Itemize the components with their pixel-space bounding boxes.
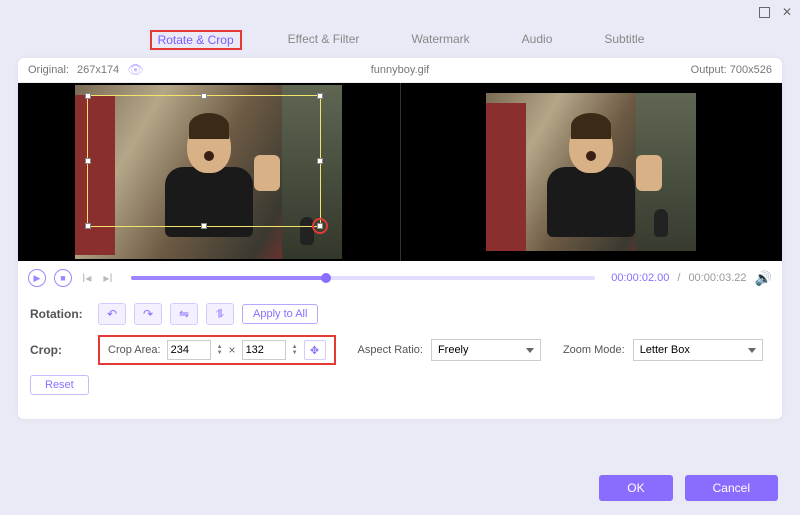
crop-handle-right[interactable] — [317, 158, 323, 164]
eye-icon[interactable]: 👁 — [127, 62, 144, 78]
tab-bar: Rotate & Crop Effect & Filter Watermark … — [0, 24, 800, 58]
next-frame-button[interactable]: ▸I — [101, 271, 114, 285]
aspect-ratio-label: Aspect Ratio: — [358, 344, 423, 356]
tab-subtitle[interactable]: Subtitle — [598, 30, 650, 50]
crop-width-input[interactable] — [167, 340, 211, 360]
tab-watermark[interactable]: Watermark — [405, 30, 475, 50]
original-label: Original: — [28, 64, 69, 76]
crop-area-group: Crop Area: ▲▼ × ▲▼ ✥ — [98, 335, 336, 365]
crop-area-label: Crop Area: — [108, 344, 161, 356]
volume-icon[interactable]: 🔊 — [755, 270, 772, 287]
crop-handle-bottom-left[interactable] — [85, 223, 91, 229]
crop-height-spinner[interactable]: ▲▼ — [292, 344, 298, 356]
preview-original[interactable] — [18, 83, 400, 261]
time-current: 00:00:02.00 — [611, 272, 669, 284]
aspect-ratio-select[interactable]: Freely — [431, 339, 541, 361]
crop-handle-top-left[interactable] — [85, 93, 91, 99]
zoom-mode-label: Zoom Mode: — [563, 344, 625, 356]
maximize-icon[interactable] — [759, 7, 770, 18]
preview-output — [400, 83, 783, 261]
crop-height-input[interactable] — [242, 340, 286, 360]
time-total: 00:00:03.22 — [688, 272, 746, 284]
rotation-label: Rotation: — [30, 307, 90, 321]
cancel-button[interactable]: Cancel — [685, 475, 778, 501]
crop-width-spinner[interactable]: ▲▼ — [217, 344, 223, 356]
crop-label: Crop: — [30, 343, 90, 357]
crop-handle-top[interactable] — [201, 93, 207, 99]
play-button[interactable]: ▶ — [28, 269, 46, 287]
stop-button[interactable]: ■ — [54, 269, 72, 287]
ok-button[interactable]: OK — [599, 475, 672, 501]
crop-handle-top-right[interactable] — [317, 93, 323, 99]
tab-rotate-crop[interactable]: Rotate & Crop — [150, 30, 242, 50]
rotate-right-button[interactable]: ↷ — [134, 303, 162, 325]
output-label: Output: — [691, 64, 727, 76]
flip-vertical-button[interactable]: ⥮ — [206, 303, 234, 325]
output-value: 700x526 — [730, 64, 772, 76]
crop-handle-left[interactable] — [85, 158, 91, 164]
tab-audio[interactable]: Audio — [516, 30, 559, 50]
seek-bar[interactable] — [131, 276, 596, 280]
time-sep: / — [677, 272, 680, 284]
close-icon[interactable] — [782, 3, 792, 21]
editor-panel: Original: 267x174 👁 funnyboy.gif Output:… — [18, 58, 782, 419]
times-label: × — [229, 343, 236, 357]
crop-box[interactable] — [87, 95, 321, 227]
original-value: 267x174 — [77, 64, 119, 76]
prev-frame-button[interactable]: I◂ — [80, 271, 93, 285]
flip-horizontal-button[interactable]: ⇋ — [170, 303, 198, 325]
center-crop-button[interactable]: ✥ — [304, 340, 326, 360]
zoom-mode-select[interactable]: Letter Box — [633, 339, 763, 361]
filename-label: funnyboy.gif — [228, 64, 572, 76]
reset-button[interactable]: Reset — [30, 375, 89, 395]
crop-handle-bottom[interactable] — [201, 223, 207, 229]
tab-effect-filter[interactable]: Effect & Filter — [282, 30, 366, 50]
rotate-left-button[interactable]: ↶ — [98, 303, 126, 325]
apply-all-button[interactable]: Apply to All — [242, 304, 318, 324]
